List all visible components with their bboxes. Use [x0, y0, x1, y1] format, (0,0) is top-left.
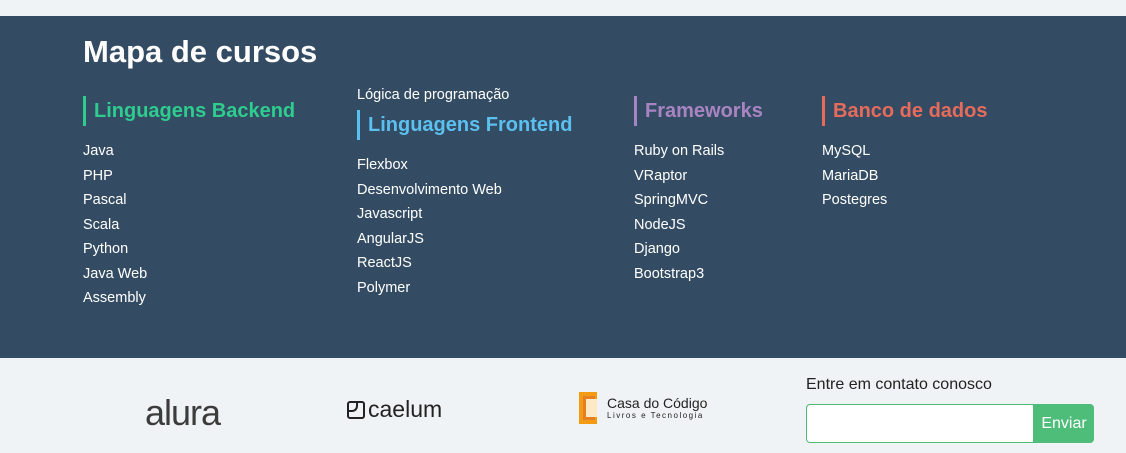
caelum-logo[interactable]: caelum	[347, 396, 442, 423]
course-link-bootstrap3[interactable]: Bootstrap3	[634, 262, 763, 287]
course-link-springmvc[interactable]: SpringMVC	[634, 188, 763, 213]
caelum-mark-icon	[347, 400, 365, 419]
course-link-assembly[interactable]: Assembly	[83, 286, 295, 311]
course-link-python[interactable]: Python	[83, 237, 295, 262]
casa-do-codigo-logo[interactable]: Casa do Código Livros e Tecnologia	[575, 390, 707, 426]
contact-email-input[interactable]	[806, 404, 1034, 443]
category-title-backend[interactable]: Linguagens Backend	[83, 96, 295, 126]
course-link-django[interactable]: Django	[634, 237, 763, 262]
course-link-javascript[interactable]: Javascript	[357, 202, 572, 227]
course-map: Mapa de cursos Linguagens Backend Java P…	[0, 16, 1126, 358]
course-link-flexbox[interactable]: Flexbox	[357, 153, 572, 178]
course-link-angularjs[interactable]: AngularJS	[357, 227, 572, 252]
course-link-java-web[interactable]: Java Web	[83, 262, 295, 287]
course-link-ruby-on-rails[interactable]: Ruby on Rails	[634, 139, 763, 164]
casa-do-codigo-text: Casa do Código Livros e Tecnologia	[607, 394, 708, 421]
category-title-frameworks[interactable]: Frameworks	[634, 96, 763, 126]
course-link-scala[interactable]: Scala	[83, 213, 295, 238]
course-link-logica[interactable]: Lógica de programação	[357, 86, 572, 104]
course-link-pascal[interactable]: Pascal	[83, 188, 295, 213]
category-backend: Linguagens Backend Java PHP Pascal Scala…	[83, 96, 295, 311]
course-link-mysql[interactable]: MySQL	[822, 139, 987, 164]
category-frameworks: Frameworks Ruby on Rails VRaptor SpringM…	[634, 96, 763, 286]
alura-logo[interactable]: alura	[145, 392, 221, 434]
course-link-nodejs[interactable]: NodeJS	[634, 213, 763, 238]
casa-do-codigo-tagline: Livros e Tecnologia	[607, 410, 704, 420]
course-list-frontend: Flexbox Desenvolvimento Web Javascript A…	[357, 153, 572, 300]
course-list-frameworks: Ruby on Rails VRaptor SpringMVC NodeJS D…	[634, 139, 763, 286]
course-list-backend: Java PHP Pascal Scala Python Java Web As…	[83, 139, 295, 311]
course-link-reactjs[interactable]: ReactJS	[357, 251, 572, 276]
category-title-database[interactable]: Banco de dados	[822, 96, 987, 126]
caelum-logo-text: caelum	[368, 396, 443, 422]
category-title-frontend[interactable]: Linguagens Frontend	[357, 110, 572, 140]
course-link-polymer[interactable]: Polymer	[357, 276, 572, 301]
course-link-mariadb[interactable]: MariaDB	[822, 164, 987, 189]
category-database: Banco de dados MySQL MariaDB Postegres	[822, 96, 987, 213]
contact-label: Entre em contato conosco	[806, 376, 992, 393]
course-link-php[interactable]: PHP	[83, 164, 295, 189]
send-button[interactable]: Enviar	[1034, 404, 1094, 443]
course-list-database: MySQL MariaDB Postegres	[822, 139, 987, 213]
casa-do-codigo-name: Casa do Código	[607, 394, 708, 411]
course-link-vraptor[interactable]: VRaptor	[634, 164, 763, 189]
course-link-desenvolvimento-web[interactable]: Desenvolvimento Web	[357, 178, 572, 203]
casa-do-codigo-mark-icon	[579, 392, 597, 424]
course-map-title: Mapa de cursos	[83, 34, 318, 69]
category-frontend: Lógica de programação Linguagens Fronten…	[357, 86, 572, 300]
course-link-java[interactable]: Java	[83, 139, 295, 164]
course-link-postegres[interactable]: Postegres	[822, 188, 987, 213]
alura-logo-text: alura	[145, 392, 221, 433]
